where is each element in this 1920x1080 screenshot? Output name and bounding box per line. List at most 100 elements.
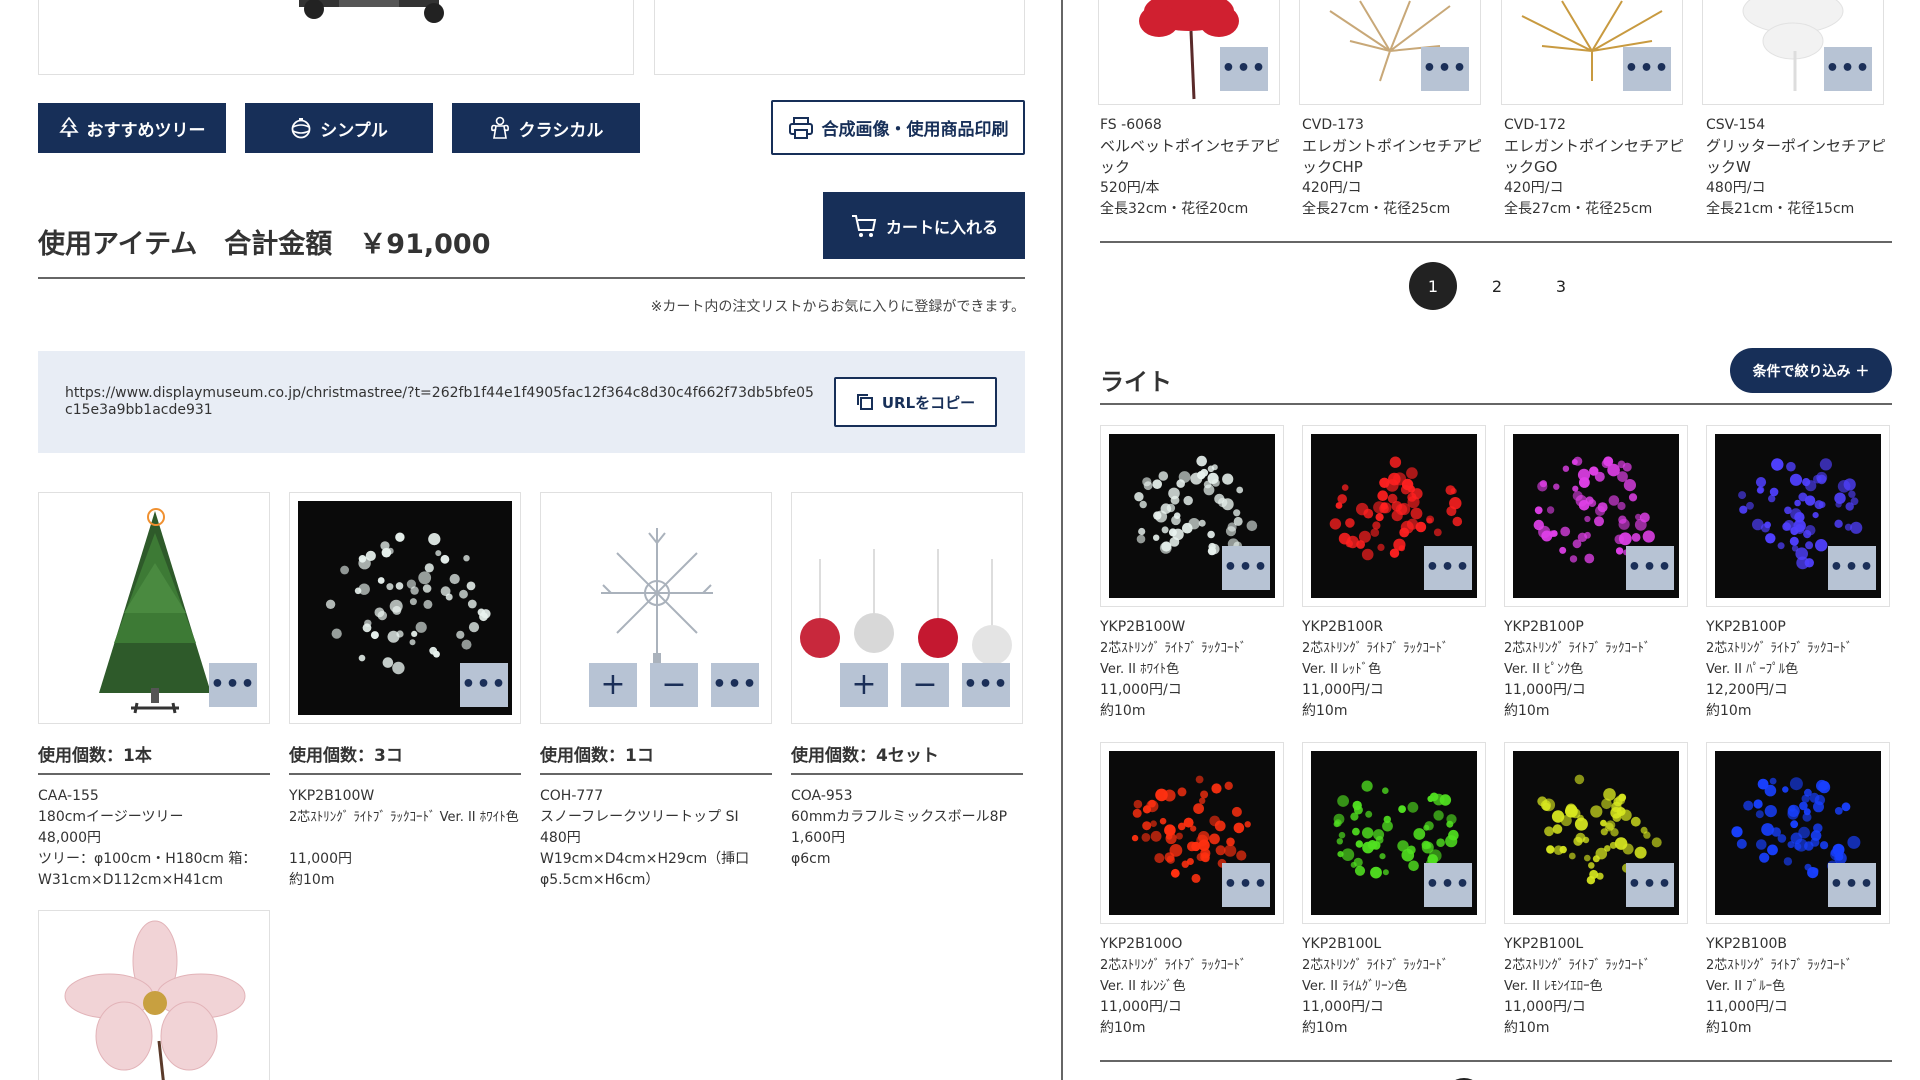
bulb xyxy=(1634,846,1647,859)
tree-stand-image xyxy=(299,0,444,23)
used-item-card[interactable]: + − ••• xyxy=(791,492,1023,724)
more-options-button[interactable]: ••• xyxy=(962,663,1010,707)
bulb xyxy=(1382,787,1389,794)
light-product-card[interactable]: ••• xyxy=(1302,425,1486,607)
bulb xyxy=(1573,836,1583,846)
bulb xyxy=(461,639,472,650)
bulb xyxy=(1233,516,1243,526)
product-card[interactable]: ••• xyxy=(1098,0,1280,105)
product-name: グリッターポインセチアピックW xyxy=(1706,137,1887,176)
decrease-quantity-button[interactable]: − xyxy=(901,663,949,707)
bulb xyxy=(1132,808,1142,818)
bulb xyxy=(377,577,385,584)
bulb xyxy=(1196,853,1205,862)
bulb xyxy=(1446,506,1457,517)
more-options-button[interactable]: ••• xyxy=(209,663,257,707)
bulb xyxy=(1551,810,1565,823)
used-item-card[interactable]: + − ••• xyxy=(38,910,270,1080)
tab-classical[interactable]: クラシカル xyxy=(452,103,640,153)
increase-quantity-button[interactable]: + xyxy=(840,663,888,707)
summary-divider xyxy=(38,277,1025,279)
bulb xyxy=(1790,820,1799,829)
bulb xyxy=(1590,805,1603,818)
bulb xyxy=(1350,812,1359,821)
bulb xyxy=(1178,471,1191,483)
tab-simple[interactable]: シンプル xyxy=(245,103,433,153)
used-item-name: 2芯ｽﾄﾘﾝｸﾞ ﾗｲﾄﾌﾞ ﾗｯｸｺｰﾄﾞ Ver. II ﾎﾜｲﾄ色 xyxy=(289,810,519,825)
bulb xyxy=(1429,849,1442,862)
share-url-text[interactable]: https://www.displaymuseum.co.jp/christma… xyxy=(65,385,820,419)
bulb xyxy=(1782,786,1789,793)
light-name: 2芯ｽﾄﾘﾝｸﾞ ﾗｲﾄﾌﾞ ﾗｯｸｺｰﾄﾞ Ver. II ﾎﾜｲﾄ色 xyxy=(1100,641,1247,677)
page-2-button[interactable]: 2 xyxy=(1473,262,1521,310)
used-item-card[interactable]: ••• xyxy=(38,492,270,724)
used-item-spec: φ6cm xyxy=(791,851,831,867)
bulb xyxy=(1372,521,1381,530)
light-code: YKP2B100P xyxy=(1504,619,1584,635)
bulb xyxy=(423,599,433,609)
light-product-card[interactable]: ••• xyxy=(1302,742,1486,924)
bulb xyxy=(358,555,367,563)
more-options-button[interactable]: ••• xyxy=(460,663,508,707)
more-options-button[interactable]: ••• xyxy=(1626,546,1674,590)
bulb xyxy=(1568,852,1576,860)
print-button[interactable]: 合成画像・使用商品印刷 xyxy=(771,100,1025,155)
light-product-card[interactable]: ••• xyxy=(1706,425,1890,607)
decrease-quantity-button[interactable]: − xyxy=(650,663,698,707)
copy-url-button[interactable]: URLをコピー xyxy=(834,377,997,427)
tab-recommended-tree[interactable]: おすすめツリー xyxy=(38,103,226,153)
more-options-button[interactable]: ••• xyxy=(1222,546,1270,590)
used-item-spec: W19cm×D4cm×H29cm（挿口φ5.5cm×H6cm） xyxy=(540,851,750,888)
product-code: FS -6068 xyxy=(1100,117,1162,133)
bulb xyxy=(1183,495,1193,506)
bulb xyxy=(429,646,438,655)
bulb xyxy=(1589,869,1599,879)
used-item-spec: ツリー：φ100cm・H180cm 箱：W31cm×D112cm×H41cm xyxy=(38,851,257,888)
used-item-name: スノーフレークツリートップ SI xyxy=(540,809,739,825)
add-to-cart-button[interactable]: カートに入れる xyxy=(823,192,1025,259)
product-card[interactable]: ••• xyxy=(1702,0,1884,105)
more-options-button[interactable]: ••• xyxy=(1626,863,1674,907)
product-card[interactable]: ••• xyxy=(1501,0,1683,105)
bulb xyxy=(1764,805,1777,818)
more-options-button[interactable]: ••• xyxy=(1824,47,1872,91)
more-options-button[interactable]: ••• xyxy=(1623,47,1671,91)
more-options-button[interactable]: ••• xyxy=(1424,863,1472,907)
light-product-card[interactable]: ••• xyxy=(1706,742,1890,924)
increase-quantity-button[interactable]: + xyxy=(589,663,637,707)
bulb xyxy=(1333,821,1340,828)
bulb xyxy=(1541,530,1553,542)
more-options-button[interactable]: ••• xyxy=(1222,863,1270,907)
bulb xyxy=(1608,495,1620,506)
bulb xyxy=(1131,834,1139,842)
light-product-card[interactable]: ••• xyxy=(1100,742,1284,924)
bulb xyxy=(1767,844,1778,856)
page-3-button[interactable]: 3 xyxy=(1537,262,1585,310)
bulb xyxy=(1651,837,1662,848)
used-item-card[interactable]: + − ••• xyxy=(540,492,772,724)
more-options-button[interactable]: ••• xyxy=(711,663,759,707)
bulb xyxy=(1761,823,1774,836)
more-options-button[interactable]: ••• xyxy=(1421,47,1469,91)
bulb xyxy=(1209,833,1220,845)
more-options-button[interactable]: ••• xyxy=(1828,546,1876,590)
bulb xyxy=(1794,524,1805,534)
bulb xyxy=(1198,519,1206,527)
more-options-button[interactable]: ••• xyxy=(1828,863,1876,907)
bulb xyxy=(1604,845,1611,852)
light-product-card[interactable]: ••• xyxy=(1504,425,1688,607)
used-item-card[interactable]: ••• xyxy=(289,492,521,724)
filter-button[interactable]: 条件で絞り込み ＋ xyxy=(1730,348,1892,393)
bulb xyxy=(1200,790,1209,799)
more-options-button[interactable]: ••• xyxy=(1424,546,1472,590)
light-product-card[interactable]: ••• xyxy=(1504,742,1688,924)
more-options-button[interactable]: ••• xyxy=(1220,47,1268,91)
product-card[interactable]: ••• xyxy=(1299,0,1481,105)
bulb xyxy=(340,565,349,575)
bulb xyxy=(1379,853,1386,860)
light-product-card[interactable]: ••• xyxy=(1100,425,1284,607)
bulb xyxy=(1623,479,1636,492)
panel-divider xyxy=(1061,0,1063,1080)
bulb xyxy=(387,630,400,643)
page-1-button[interactable]: 1 xyxy=(1409,262,1457,310)
